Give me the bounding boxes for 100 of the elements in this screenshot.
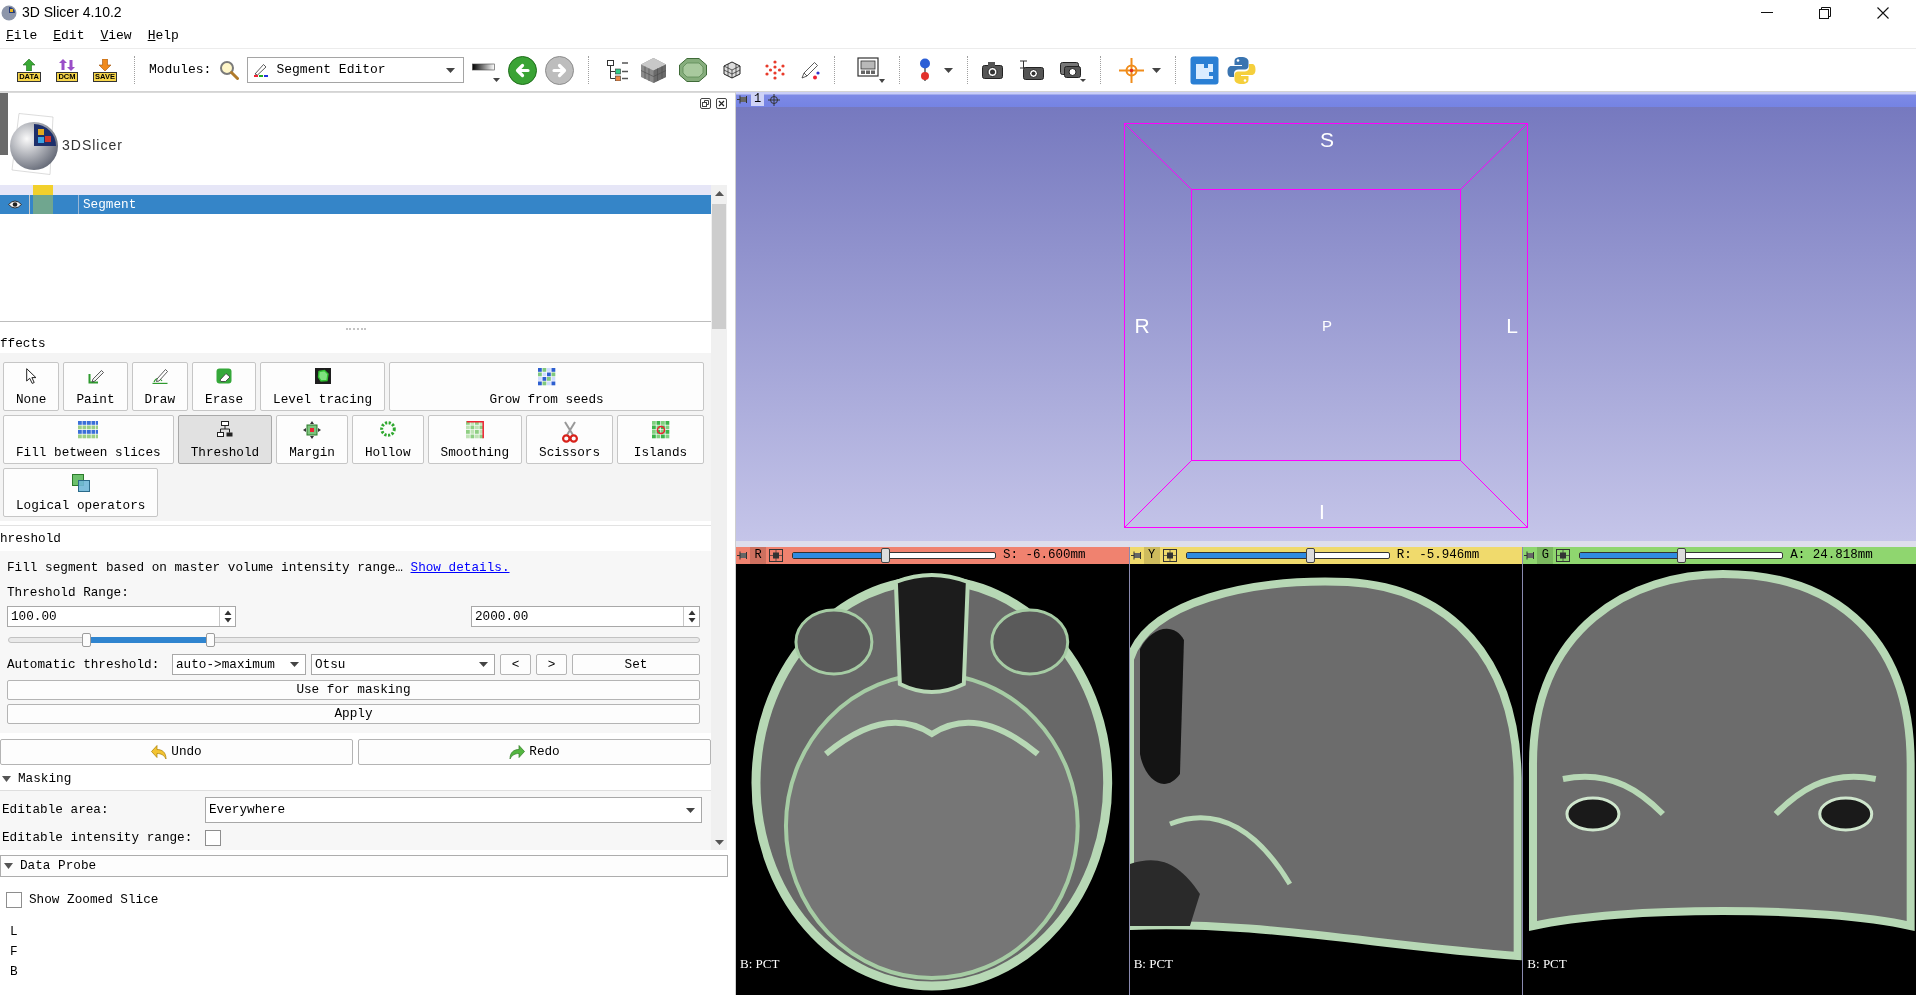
module-dropdown[interactable]: Segment Editor	[247, 57, 465, 83]
threshold-min-field[interactable]: 100.00	[7, 606, 236, 627]
menu-item[interactable]: File	[6, 28, 38, 45]
pin-icon[interactable]	[737, 551, 747, 560]
caret-icon[interactable]	[1152, 67, 1162, 73]
grid-square-icon[interactable]	[1556, 549, 1571, 562]
effect-button[interactable]: Scissors	[526, 415, 614, 464]
view-number-label: 1	[751, 93, 765, 106]
spin-arrows-icon[interactable]	[687, 610, 696, 623]
apply-button[interactable]: Apply	[7, 704, 700, 724]
effect-button[interactable]: Fill between slices	[3, 415, 174, 464]
threshold-range-slider[interactable]	[8, 633, 700, 647]
pin-icon[interactable]	[1524, 551, 1535, 560]
tree-list-icon[interactable]	[607, 59, 629, 81]
color-swatch-icon[interactable]	[33, 185, 53, 195]
effect-button[interactable]: Islands	[617, 415, 704, 464]
menu-item[interactable]: View	[100, 28, 132, 45]
volume-label: B: PCT	[1133, 956, 1174, 972]
undock-icon[interactable]	[700, 98, 711, 109]
next-button[interactable]: >	[536, 654, 567, 675]
menu-item[interactable]: Edit	[53, 28, 85, 45]
effect-button[interactable]: Paint	[63, 362, 128, 411]
grid-icon	[465, 421, 484, 439]
slider-handle[interactable]	[880, 548, 890, 563]
effect-button[interactable]: None	[3, 362, 60, 411]
caret-icon[interactable]	[290, 662, 299, 667]
caret-icon[interactable]	[944, 67, 954, 73]
effect-button[interactable]: Hollow	[351, 415, 424, 464]
show-details-link[interactable]: Show details.	[410, 560, 510, 575]
slider-handle[interactable]	[1305, 548, 1315, 563]
threshold-method-dropdown[interactable]: Otsu	[311, 654, 495, 675]
slider-handle[interactable]	[206, 633, 216, 647]
layout-icon[interactable]	[857, 57, 886, 83]
threshold-mode-dropdown[interactable]: auto->maximum	[172, 654, 306, 675]
volume-label: B: PCT	[1527, 956, 1567, 972]
grid-icon	[78, 421, 99, 439]
view-name-label: Y	[1143, 547, 1160, 564]
grid-icon	[537, 368, 556, 386]
modules-label: Modules:	[149, 61, 212, 79]
caret-icon[interactable]	[479, 662, 488, 667]
intensity-range-checkbox[interactable]	[205, 830, 221, 846]
grid-square-icon[interactable]	[769, 549, 783, 562]
use-for-masking-button[interactable]: Use for masking	[7, 680, 700, 700]
scrollbar[interactable]	[711, 185, 727, 850]
scroll-down-icon[interactable]	[714, 840, 724, 845]
close-icon[interactable]	[716, 98, 727, 109]
redo-icon	[509, 744, 526, 760]
collapsible-header[interactable]: Data Probe	[0, 855, 728, 877]
octagon-icon[interactable]	[679, 58, 708, 82]
undo-icon	[151, 744, 168, 760]
effect-button[interactable]: Draw	[131, 362, 188, 411]
pin-icon[interactable]	[918, 58, 933, 82]
caret-icon[interactable]	[686, 807, 695, 813]
grid-square-icon[interactable]	[1162, 549, 1177, 562]
undo-button[interactable]: Undo	[0, 739, 353, 765]
segment-row[interactable]: Segment	[0, 195, 711, 214]
pen-icon[interactable]	[801, 60, 821, 80]
slider-handle[interactable]	[1676, 548, 1686, 563]
section-title: ffects	[0, 336, 46, 352]
set-button[interactable]: Set	[572, 654, 700, 675]
slice-offset-slider[interactable]	[1579, 548, 1784, 563]
segment-name: Segment	[78, 195, 137, 214]
camera-icon[interactable]	[1019, 60, 1045, 80]
caret-icon[interactable]	[446, 67, 456, 73]
effect-button[interactable]: Level tracing	[260, 362, 386, 411]
color-swatch-icon[interactable]	[33, 195, 53, 214]
dots-icon[interactable]	[765, 60, 786, 80]
redo-button[interactable]: Redo	[358, 739, 711, 765]
snake-logo-icon[interactable]	[1227, 55, 1257, 85]
show-zoomed-checkbox[interactable]	[6, 892, 22, 908]
effect-button[interactable]: Margin	[276, 415, 348, 464]
restore-icon[interactable]	[1819, 6, 1831, 19]
slice-offset-slider[interactable]	[792, 548, 996, 563]
menu-item[interactable]: Help	[147, 28, 179, 45]
grid-cube-icon[interactable]	[723, 61, 742, 79]
effect-button[interactable]: Grow from seeds	[389, 362, 704, 411]
arrow-icon	[57, 58, 77, 71]
effect-button[interactable]: Smoothing	[427, 415, 523, 464]
pin-icon[interactable]	[737, 95, 747, 104]
editable-area-dropdown[interactable]: Everywhere	[205, 797, 702, 823]
close-icon[interactable]	[1877, 6, 1889, 19]
probe-info-line: F	[10, 943, 18, 961]
spin-arrows-icon[interactable]	[223, 610, 232, 623]
tile-icon[interactable]	[1190, 55, 1220, 85]
search-icon[interactable]	[219, 60, 240, 80]
slider-handle[interactable]	[81, 633, 91, 647]
cube-icon[interactable]	[640, 56, 668, 84]
effect-button[interactable]: Erase	[192, 362, 257, 411]
scroll-up-icon[interactable]	[714, 191, 724, 196]
orientation-label: P	[1322, 317, 1332, 333]
camera-icon[interactable]	[982, 61, 1004, 79]
previous-button[interactable]: <	[500, 654, 531, 675]
eye-icon[interactable]	[7, 200, 22, 209]
pin-icon[interactable]	[1130, 551, 1141, 560]
effect-button[interactable]: Threshold	[177, 415, 273, 464]
slice-offset-slider[interactable]	[1185, 548, 1390, 563]
crosshair-icon[interactable]	[768, 93, 781, 106]
threshold-max-field[interactable]: 2000.00	[471, 606, 700, 627]
scrollbar-thumb[interactable]	[712, 204, 726, 329]
effect-button[interactable]: Logical operators	[3, 468, 159, 517]
